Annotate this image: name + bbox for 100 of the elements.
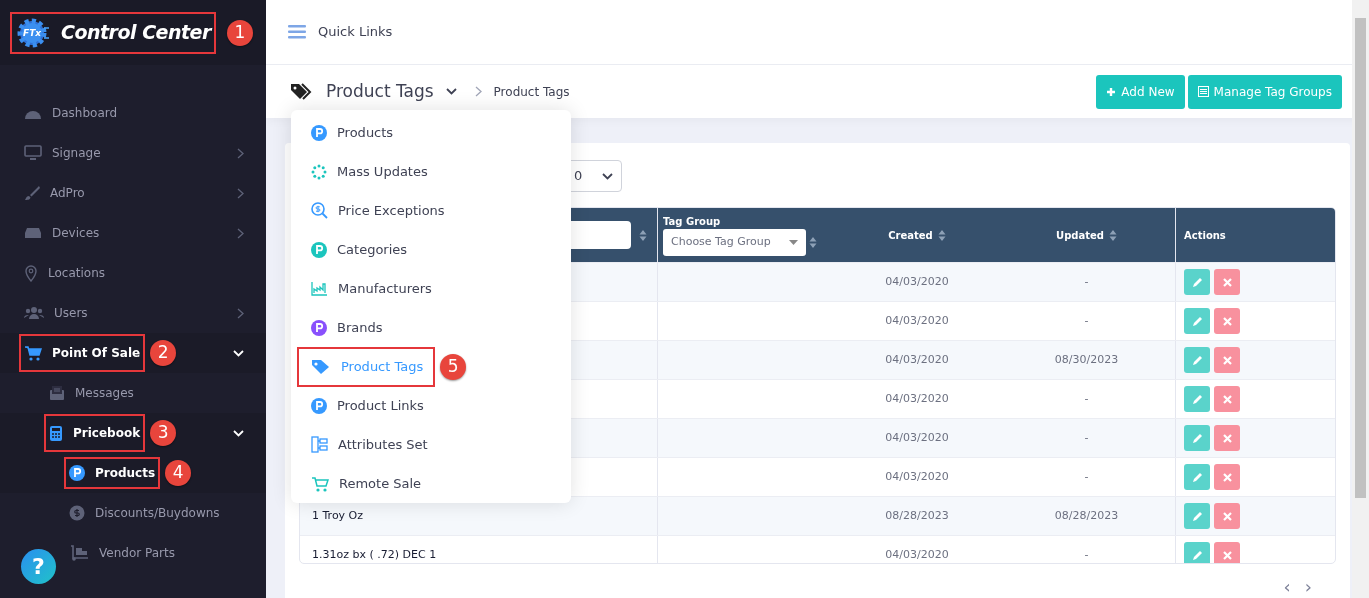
column-header: Tag Group [663,215,721,229]
page-title[interactable]: Product Tags [326,78,434,105]
chevron-right-icon[interactable] [237,307,244,319]
table-cell: 04/03/2020 [885,546,949,563]
step-badge: 3 [150,420,177,446]
nav-item[interactable]: Dashboard [19,94,123,132]
edit-button[interactable] [1184,308,1210,334]
chevron-right-icon[interactable] [237,227,244,239]
step-badge: 1 [226,19,253,46]
edit-button[interactable] [1184,269,1210,295]
menu-item[interactable]: Price Exceptions [291,191,571,230]
menu-item[interactable]: Manufacturers [291,269,571,308]
table-cell-text: 08/30/2023 [1054,351,1119,368]
delete-button[interactable] [1214,503,1240,529]
tags-icon [290,82,312,101]
drive-icon [24,227,42,239]
delete-button[interactable] [1214,542,1240,563]
delete-button[interactable] [1214,347,1240,373]
nav-item[interactable]: Messages [44,374,139,412]
table-cell-text: 08/28/2023 [1054,507,1119,524]
table-cell-text: - [1084,390,1089,407]
pencil-icon [1191,393,1203,405]
pencil-icon [1191,471,1203,483]
previous-page-link[interactable]: ‹ [1283,578,1291,596]
close-icon [1222,277,1232,287]
monitor-icon [24,145,42,161]
menu-item[interactable]: Remote Sale [291,464,571,503]
nav-item[interactable]: Pricebook [44,414,146,452]
table-cell-text: 08/28/2023 [885,507,949,524]
table-cell-text: - [1084,468,1089,485]
table-cell-text: - [1084,429,1089,446]
pencil-icon [1191,549,1203,561]
menu-item[interactable]: Product Links [291,386,571,425]
scrollbar[interactable] [1352,0,1369,598]
nav-item[interactable]: Locations [19,254,110,292]
chevron-right-icon[interactable] [237,187,244,199]
nav-item[interactable]: Devices [19,214,105,252]
table-cell: 1.31oz bx ( .72) DEC 1 [312,546,437,563]
p-circle-icon [311,241,327,258]
p-circle-icon [311,397,327,414]
chevron-down-icon [445,88,457,95]
menu-item[interactable]: Categories [291,230,571,269]
sort-icon [639,229,647,241]
table-cell: - [1084,546,1089,563]
delete-button[interactable] [1214,308,1240,334]
map-pin-icon [24,264,38,282]
edit-button[interactable] [1184,425,1210,451]
edit-button[interactable] [1184,386,1210,412]
nav-item[interactable]: Vendor Parts [64,537,180,569]
p-circle-icon [311,124,327,141]
step-badge: 2 [150,340,177,366]
table-cell-text: 04/03/2020 [885,351,949,368]
chevron-right-icon[interactable] [237,147,244,159]
close-icon [1222,316,1232,326]
close-icon [1222,472,1232,482]
sort-icon [809,237,817,248]
chevron-right-icon [474,86,482,97]
table-cell-text: - [1084,312,1089,329]
nav-item[interactable]: Discounts/Buydowns [64,497,225,529]
delete-button[interactable] [1214,425,1240,451]
pencil-icon [1191,354,1203,366]
edit-button[interactable] [1184,542,1210,563]
quick-links-label[interactable]: Quick Links [318,22,393,42]
delete-button[interactable] [1214,464,1240,490]
tag-group-select[interactable]: Choose Tag Group [663,229,806,256]
nav-item[interactable]: AdPro [19,174,90,212]
table-cell-text: 04/03/2020 [885,468,949,485]
menu-item[interactable]: Products [291,113,571,152]
menu-item[interactable]: Brands [291,308,571,347]
logo-title: Control Center [61,20,211,46]
table-cell-text: 04/03/2020 [885,312,949,329]
close-icon [1222,394,1232,404]
delete-button[interactable] [1214,269,1240,295]
edit-button[interactable] [1184,347,1210,373]
delete-button[interactable] [1214,386,1240,412]
nav-item[interactable]: Point Of Sale [19,334,146,372]
nav-item[interactable]: Products [64,457,161,489]
nav-item[interactable]: Signage [19,134,106,172]
nav-item[interactable]: Users [19,294,93,332]
chevron-down-icon [602,172,613,180]
envelope-icon [49,385,65,401]
sort-icon [937,229,946,241]
edit-button[interactable] [1184,503,1210,529]
pencil-icon [1191,432,1203,444]
breadcrumb: Product Tags [493,83,570,101]
edit-button[interactable] [1184,464,1210,490]
close-icon [1222,550,1232,560]
column-header: Actions [1184,228,1226,243]
chevron-down-icon[interactable] [233,349,244,357]
dollar-badge-icon [69,505,85,521]
table-cell-text: - [1084,273,1089,290]
next-page-link[interactable]: › [1304,578,1312,596]
scroll-thumb[interactable] [1355,18,1366,498]
column-header[interactable]: Created [888,227,933,243]
pencil-icon [1191,510,1203,522]
chevron-down-icon[interactable] [233,429,244,437]
menu-item[interactable]: Attributes Set [291,425,571,464]
column-header[interactable]: Updated [1056,227,1104,243]
cart-icon [311,475,329,492]
users-icon [24,306,44,320]
